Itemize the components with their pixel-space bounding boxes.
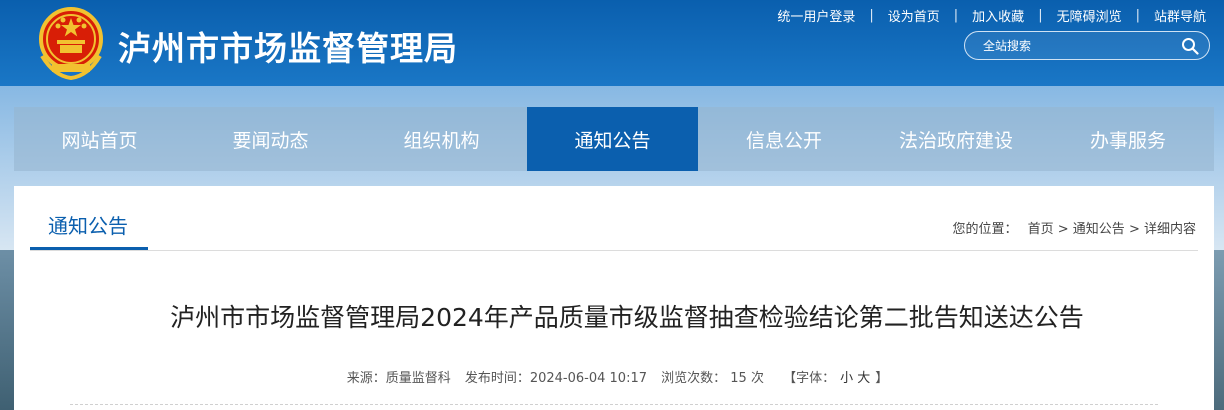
unified-login-link[interactable]: 统一用户登录 [777, 6, 855, 25]
site-search [964, 31, 1210, 60]
breadcrumb: 您的位置： 首页 > 通知公告 > 详细内容 [952, 218, 1196, 237]
breadcrumb-section[interactable]: 通知公告 [1073, 222, 1125, 237]
search-input[interactable] [983, 37, 1173, 55]
content-header: 通知公告 您的位置： 首页 > 通知公告 > 详细内容 [30, 186, 1198, 251]
content-divider [70, 404, 1158, 405]
site-group-nav-link[interactable]: 站群导航 [1154, 6, 1206, 25]
site-header: 泸州市市场监督管理局 统一用户登录 | 设为首页 | 加入收藏 | 无障碍浏览 … [0, 0, 1224, 86]
nav-info-disclosure[interactable]: 信息公开 [698, 107, 870, 171]
search-icon[interactable] [1181, 37, 1199, 55]
breadcrumb-separator: > [1128, 222, 1144, 237]
nav-rule-of-law[interactable]: 法治政府建设 [870, 107, 1042, 171]
set-homepage-link[interactable]: 设为首页 [888, 6, 940, 25]
main-nav: 网站首页 要闻动态 组织机构 通知公告 信息公开 法治政府建设 办事服务 [14, 107, 1214, 171]
top-links: 统一用户登录 | 设为首页 | 加入收藏 | 无障碍浏览 | 站群导航 [777, 5, 1206, 25]
nav-services[interactable]: 办事服务 [1042, 107, 1214, 171]
nav-news[interactable]: 要闻动态 [185, 107, 356, 171]
font-small-button[interactable]: 小 [840, 371, 853, 386]
divider: | [1135, 7, 1140, 23]
breadcrumb-current: 详细内容 [1143, 222, 1196, 237]
breadcrumb-separator: > [1057, 222, 1073, 237]
divider: | [1038, 7, 1043, 23]
nav-home[interactable]: 网站首页 [14, 107, 185, 171]
nav-notices[interactable]: 通知公告 [527, 107, 698, 171]
section-title: 通知公告 [30, 210, 148, 250]
nav-organization[interactable]: 组织机构 [356, 107, 527, 171]
article-meta: 来源：质量监督科 发布时间：2024-06-04 10:17 浏览次数： 15 … [14, 367, 1224, 386]
content-card: 通知公告 您的位置： 首页 > 通知公告 > 详细内容 泸州市市场监督管理局20… [14, 186, 1214, 410]
divider: | [953, 7, 959, 23]
article-title: 泸州市市场监督管理局2024年产品质量市级监督抽查检验结论第二批告知送达公告 [170, 303, 1084, 332]
article-source: 来源：质量监督科 [346, 371, 451, 386]
font-size-control: 【字体：小 大】 [783, 371, 889, 386]
add-favorite-link[interactable]: 加入收藏 [972, 6, 1024, 25]
article-views: 浏览次数： 15 次 [661, 371, 764, 386]
national-emblem-icon [39, 7, 103, 81]
breadcrumb-home[interactable]: 首页 [1028, 222, 1054, 237]
site-title: 泸州市市场监督管理局 [118, 29, 458, 68]
font-large-button[interactable]: 大 [857, 371, 870, 386]
breadcrumb-prefix: 您的位置： [952, 222, 1018, 237]
article-publish-time: 发布时间：2024-06-04 10:17 [464, 371, 647, 386]
accessibility-link[interactable]: 无障碍浏览 [1057, 6, 1122, 25]
divider: | [869, 7, 874, 23]
